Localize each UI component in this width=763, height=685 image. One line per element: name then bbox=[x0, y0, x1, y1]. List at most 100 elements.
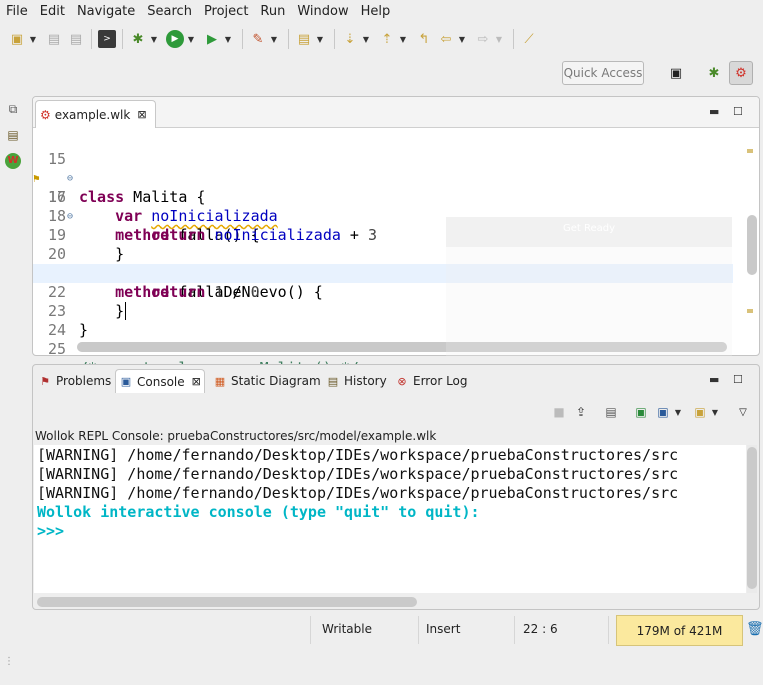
new-dropdown-icon[interactable]: ▼ bbox=[28, 30, 38, 48]
terminate-icon[interactable]: ■ bbox=[549, 402, 569, 422]
code-line: 18 return noInicializada + 3 bbox=[47, 207, 378, 244]
save-all-icon[interactable]: ▤ bbox=[67, 30, 85, 48]
garbage-collect-icon[interactable]: 🗑 bbox=[746, 621, 763, 637]
pin-editor-icon[interactable]: ⟋ bbox=[520, 30, 538, 48]
terminal-icon[interactable]: > bbox=[98, 30, 116, 48]
view-menu-icon[interactable]: ▽ bbox=[733, 402, 753, 422]
new-icon[interactable]: ▣ bbox=[8, 30, 26, 48]
prev-annotation-icon[interactable]: ⇡ bbox=[378, 30, 396, 48]
maximize-icon[interactable]: ☐ bbox=[733, 373, 743, 386]
open-perspective-icon[interactable]: ▣ bbox=[664, 61, 688, 85]
menu-navigate[interactable]: Navigate bbox=[71, 0, 141, 24]
editor-tab-example[interactable]: ⚙ example.wlk ⊠ bbox=[35, 100, 156, 128]
console-banner: Wollok interactive console (type "quit" … bbox=[37, 503, 480, 521]
tab-problems[interactable]: ⚑ Problems bbox=[35, 369, 114, 393]
run-dropdown-icon[interactable]: ▼ bbox=[186, 30, 196, 48]
menu-bar: File Edit Navigate Search Project Run Wi… bbox=[0, 0, 763, 24]
display-console-dropdown-icon[interactable]: ▼ bbox=[673, 403, 683, 421]
menu-window[interactable]: Window bbox=[291, 0, 354, 24]
tab-console[interactable]: ▣ Console ⊠ bbox=[115, 369, 205, 393]
left-trim-stack: ⧉ ▤ W bbox=[0, 96, 26, 196]
console-toolbar: ■ ⇪ ▤ ▣ ▣ ▼ ▣ ▼ ▽ bbox=[547, 401, 753, 423]
debug-icon[interactable]: ✱ bbox=[129, 30, 147, 48]
console-vscroll-thumb[interactable] bbox=[747, 447, 757, 589]
error-log-icon: ⊗ bbox=[397, 374, 407, 388]
menu-file[interactable]: File bbox=[0, 0, 34, 24]
wollok-icon[interactable]: W bbox=[0, 148, 26, 174]
console-warning-line: [WARNING] /home/fernando/Desktop/IDEs/wo… bbox=[37, 465, 679, 483]
restore-icon[interactable]: ⧉ bbox=[0, 96, 26, 122]
debug-perspective-icon[interactable]: ✱ bbox=[702, 61, 726, 85]
next-annotation-icon[interactable]: ⇣ bbox=[341, 30, 359, 48]
last-edit-icon[interactable]: ↰ bbox=[415, 30, 433, 48]
pin-console-icon[interactable]: ▣ bbox=[631, 402, 651, 422]
drag-handle-icon[interactable]: ⋮ bbox=[4, 656, 14, 667]
annotation-dropdown-icon[interactable]: ▼ bbox=[315, 30, 325, 48]
heap-status[interactable]: 179M of 421M bbox=[616, 615, 743, 646]
popup-text: Get Ready bbox=[562, 223, 616, 234]
code-line: 17 ⊖ method falla() { bbox=[47, 188, 260, 244]
overview-ruler-warning[interactable] bbox=[747, 309, 753, 313]
status-cursor-position: 22 : 6 bbox=[523, 622, 558, 636]
editor-vertical-scrollbar[interactable] bbox=[747, 215, 757, 275]
editor-tab-bar: ⚙ example.wlk ⊠ ▬ ☐ bbox=[33, 97, 759, 128]
console-prompt[interactable]: >>> bbox=[37, 522, 64, 541]
toolbar-separator bbox=[122, 29, 123, 49]
coverage-icon[interactable]: ▶ bbox=[203, 30, 221, 48]
prev-annotation-dropdown-icon[interactable]: ▼ bbox=[398, 30, 408, 48]
history-icon: ▤ bbox=[327, 374, 339, 388]
console-horizontal-scrollbar[interactable] bbox=[37, 597, 417, 607]
tab-history[interactable]: ▤ History bbox=[323, 369, 390, 393]
menu-help[interactable]: Help bbox=[355, 0, 397, 24]
run-icon[interactable]: ▶ bbox=[166, 30, 184, 48]
export-icon[interactable]: ⇪ bbox=[571, 402, 591, 422]
clear-console-icon[interactable]: ▤ bbox=[601, 402, 621, 422]
minimize-icon[interactable]: ▬ bbox=[709, 105, 719, 118]
next-annotation-dropdown-icon[interactable]: ▼ bbox=[361, 30, 371, 48]
toolbar-separator bbox=[91, 29, 92, 49]
quick-access-field[interactable]: Quick Access bbox=[562, 61, 644, 85]
console-icon: ▣ bbox=[120, 375, 132, 388]
status-separator bbox=[608, 616, 609, 644]
external-tools-dropdown-icon[interactable]: ▼ bbox=[269, 30, 279, 48]
coverage-dropdown-icon[interactable]: ▼ bbox=[223, 30, 233, 48]
bottom-tab-bar: ⚑ Problems ▣ Console ⊠ ▦ Static Diagram … bbox=[33, 365, 759, 395]
console-output[interactable]: [WARNING] /home/fernando/Desktop/IDEs/wo… bbox=[34, 445, 746, 593]
external-tools-icon[interactable]: ✎ bbox=[249, 30, 267, 48]
back-dropdown-icon[interactable]: ▼ bbox=[457, 30, 467, 48]
forward-icon[interactable]: ⇨ bbox=[474, 30, 492, 48]
console-vertical-scrollbar[interactable] bbox=[747, 445, 757, 593]
display-console-icon[interactable]: ▣ bbox=[653, 402, 673, 422]
toolbar-separator bbox=[242, 29, 243, 49]
menu-run[interactable]: Run bbox=[254, 0, 291, 24]
status-separator bbox=[310, 616, 311, 644]
annotation-icon[interactable]: ▤ bbox=[295, 30, 313, 48]
console-warning-line: [WARNING] /home/fernando/Desktop/IDEs/wo… bbox=[37, 446, 679, 464]
debug-dropdown-icon[interactable]: ▼ bbox=[149, 30, 159, 48]
minimize-icon[interactable]: ▬ bbox=[709, 373, 719, 386]
menu-edit[interactable]: Edit bbox=[34, 0, 71, 24]
back-icon[interactable]: ⇦ bbox=[437, 30, 455, 48]
console-warning-line: [WARNING] /home/fernando/Desktop/IDEs/wo… bbox=[37, 484, 679, 502]
close-icon[interactable]: ⊠ bbox=[137, 108, 146, 121]
menu-project[interactable]: Project bbox=[198, 0, 254, 24]
open-console-icon[interactable]: ▣ bbox=[690, 402, 710, 422]
tab-error-log[interactable]: ⊗ Error Log bbox=[392, 369, 471, 393]
overview-ruler-warning[interactable] bbox=[747, 149, 753, 153]
wollok-perspective-icon[interactable]: ⚙ bbox=[729, 61, 753, 85]
console-title: Wollok REPL Console: pruebaConstructores… bbox=[35, 429, 437, 443]
toolbar-separator bbox=[513, 29, 514, 49]
package-explorer-icon[interactable]: ▤ bbox=[0, 122, 26, 148]
forward-dropdown-icon[interactable]: ▼ bbox=[494, 30, 504, 48]
open-console-dropdown-icon[interactable]: ▼ bbox=[710, 403, 720, 421]
save-icon[interactable]: ▤ bbox=[45, 30, 63, 48]
diagram-icon: ▦ bbox=[214, 374, 226, 388]
status-insert-mode: Insert bbox=[426, 622, 461, 636]
maximize-icon[interactable]: ☐ bbox=[733, 105, 743, 118]
close-icon[interactable]: ⊠ bbox=[192, 375, 201, 388]
menu-search[interactable]: Search bbox=[141, 0, 198, 24]
tab-static-diagram[interactable]: ▦ Static Diagram bbox=[210, 369, 324, 393]
heap-status-text: 179M of 421M bbox=[636, 624, 723, 638]
editor-tab-label: example.wlk bbox=[54, 107, 131, 122]
toolbar-separator bbox=[288, 29, 289, 49]
